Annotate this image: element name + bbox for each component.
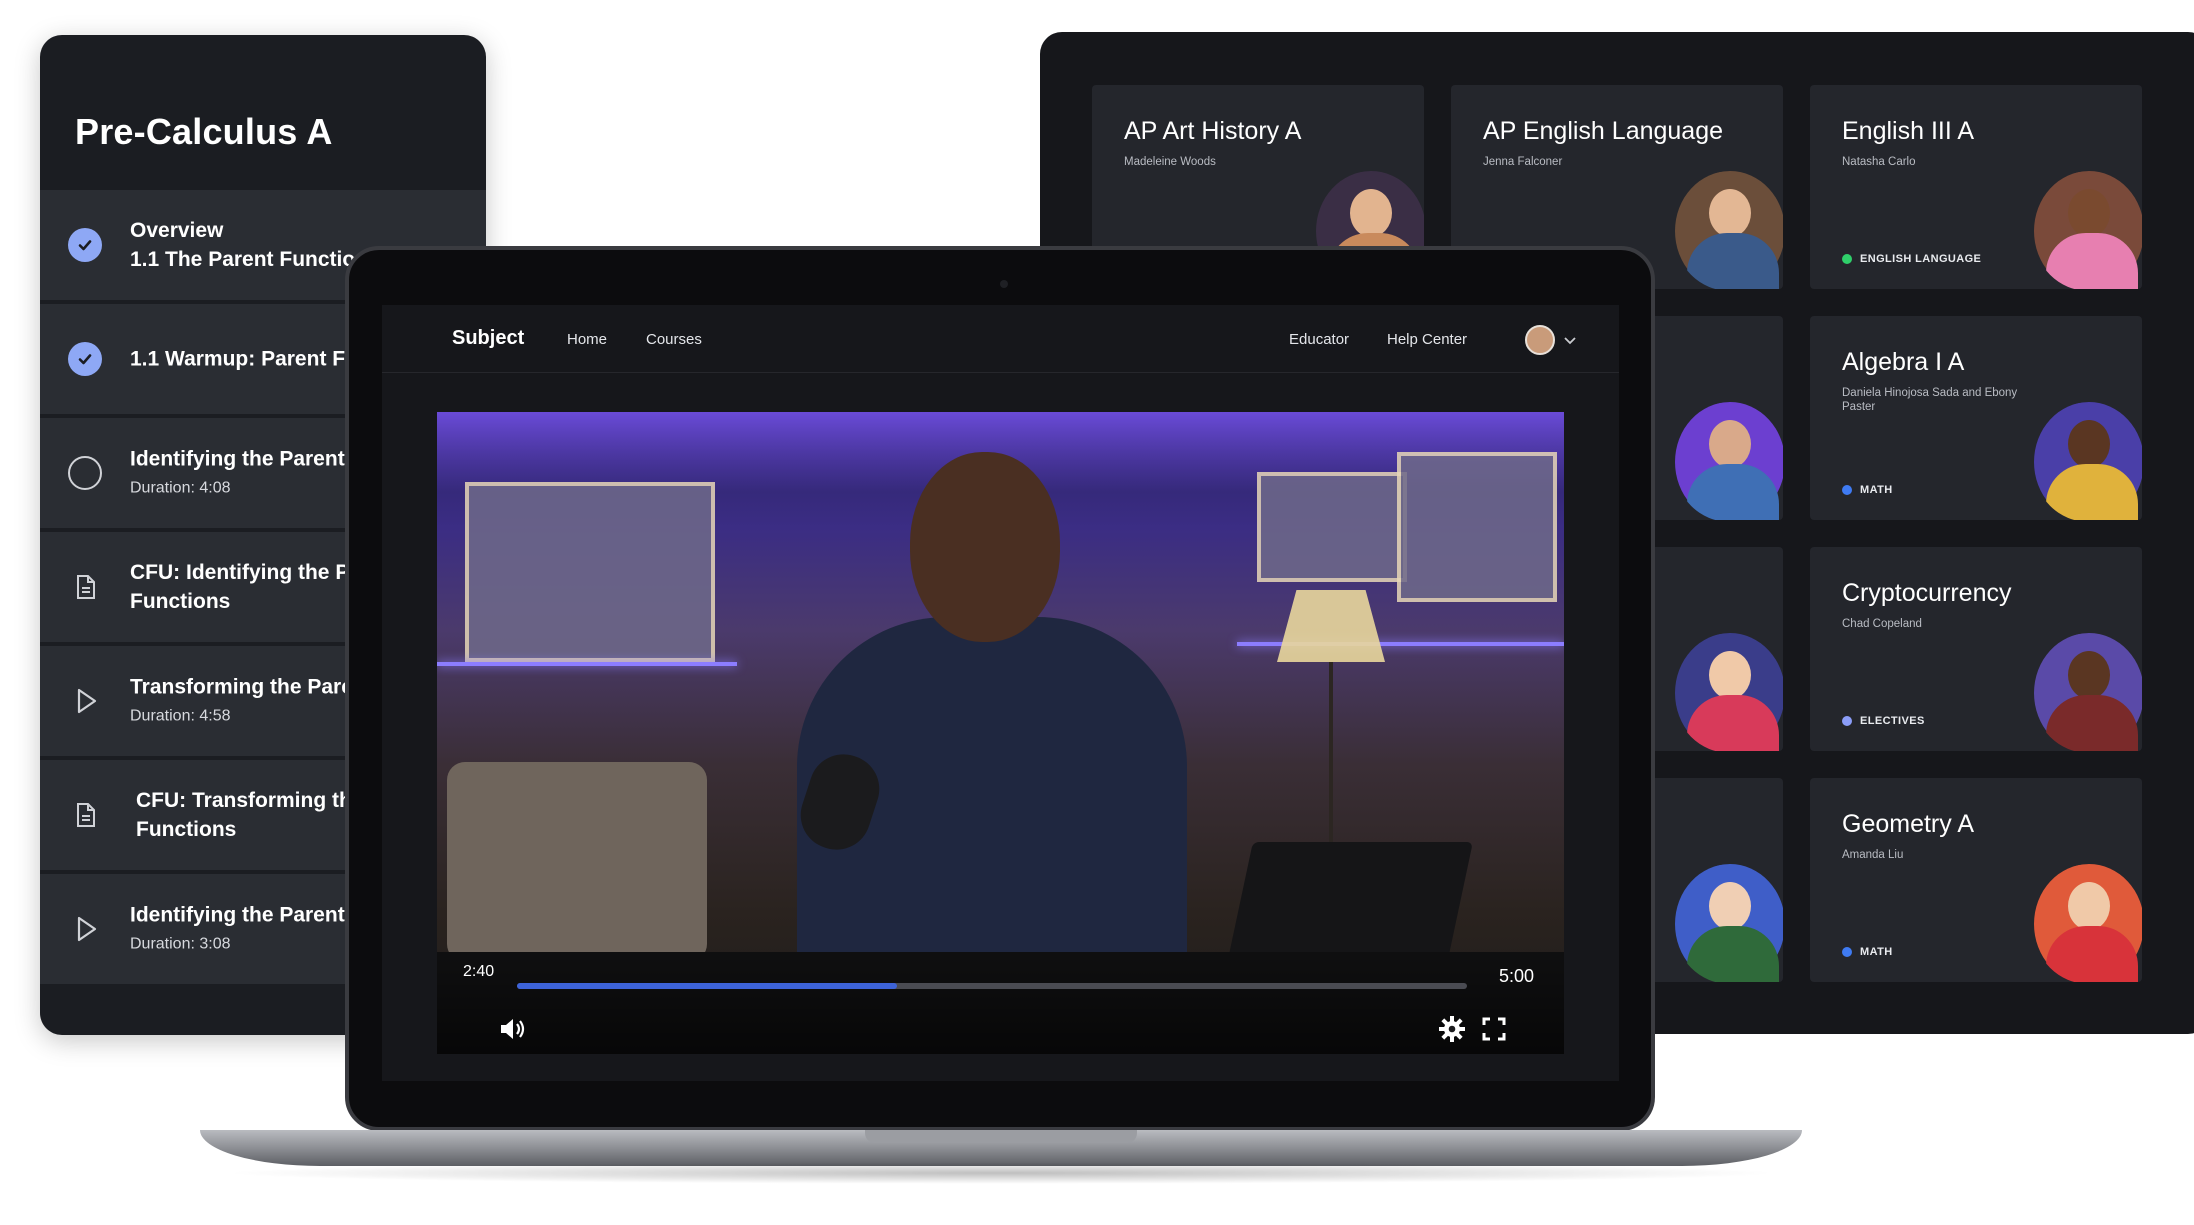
current-time: 2:40 xyxy=(463,963,495,980)
avatar[interactable] xyxy=(1525,325,1555,355)
nav-link-home[interactable]: Home xyxy=(567,331,607,348)
course-card-algebra-i[interactable]: Algebra I A Daniela Hinojosa Sada and Eb… xyxy=(1810,316,2142,520)
progress-fill xyxy=(517,983,897,989)
app-screen: Subject Home Courses Educator Help Cente… xyxy=(382,305,1619,1081)
nav-link-help-center[interactable]: Help Center xyxy=(1387,331,1467,348)
chevron-down-icon[interactable] xyxy=(1563,333,1576,345)
camera-dot xyxy=(1000,280,1008,288)
subject-tag: MATH xyxy=(1842,946,1893,958)
tag-label: MATH xyxy=(1860,484,1893,496)
lesson-title: Overview xyxy=(130,219,224,242)
laptop-notch xyxy=(865,1130,1137,1143)
play-icon xyxy=(68,684,102,718)
tag-dot xyxy=(1842,254,1852,264)
document-icon xyxy=(68,798,102,832)
course-teacher: Madeleine Woods xyxy=(1124,156,1216,168)
circle-icon xyxy=(68,456,102,490)
teacher-photo xyxy=(2034,402,2142,520)
tag-label: MATH xyxy=(1860,946,1893,958)
subject-tag: ENGLISH LANGUAGE xyxy=(1842,253,1981,265)
progress-bar[interactable] xyxy=(517,983,1467,989)
subject-tag: ELECTIVES xyxy=(1842,715,1925,727)
course-name: English III A xyxy=(1842,117,1975,145)
brand-logo[interactable]: Subject xyxy=(452,327,524,350)
course-name: AP Art History A xyxy=(1124,117,1302,145)
course-name: AP English Language xyxy=(1483,117,1724,145)
course-name: Algebra I A xyxy=(1842,348,1965,376)
teacher-photo xyxy=(2034,633,2142,751)
video-neon-strip xyxy=(437,662,737,666)
document-icon xyxy=(68,570,102,604)
tag-dot xyxy=(1842,716,1852,726)
course-name: Geometry A xyxy=(1842,810,1974,838)
course-card-cryptocurrency[interactable]: Cryptocurrency Chad Copeland ELECTIVES xyxy=(1810,547,2142,751)
nav-link-courses[interactable]: Courses xyxy=(646,331,702,348)
course-card-geometry-a[interactable]: Geometry A Amanda Liu MATH xyxy=(1810,778,2142,982)
total-time: 5:00 xyxy=(1499,966,1535,986)
gear-icon[interactable] xyxy=(1437,1014,1467,1044)
teacher-photo xyxy=(2034,171,2142,289)
video-player[interactable]: 2:40 5:00 xyxy=(437,412,1564,1054)
course-teacher: Daniela Hinojosa Sada and Ebony Paster xyxy=(1842,387,2018,413)
course-teacher: Chad Copeland xyxy=(1842,618,1922,630)
fullscreen-icon[interactable] xyxy=(1479,1014,1509,1044)
teacher-photo xyxy=(1675,402,1783,520)
course-teacher: Natasha Carlo xyxy=(1842,156,1916,168)
tag-dot xyxy=(1842,947,1852,957)
video-wall-art xyxy=(1397,452,1557,602)
volume-icon[interactable] xyxy=(497,1014,527,1044)
video-sofa xyxy=(447,762,707,962)
video-presenter-head xyxy=(910,452,1060,642)
laptop-base xyxy=(200,1130,1802,1166)
teacher-photo xyxy=(1675,633,1783,751)
player-controls xyxy=(437,954,1564,1054)
video-wall-art xyxy=(1257,472,1407,582)
video-wall-art xyxy=(465,482,715,662)
subject-tag: MATH xyxy=(1842,484,1893,496)
check-icon xyxy=(68,228,102,262)
teacher-photo xyxy=(2034,864,2142,982)
tag-label: ELECTIVES xyxy=(1860,715,1925,727)
laptop-shadow xyxy=(220,1162,1782,1184)
course-teacher: Jenna Falconer xyxy=(1483,156,1563,168)
course-name: Cryptocurrency xyxy=(1842,579,2012,607)
tag-dot xyxy=(1842,485,1852,495)
teacher-photo xyxy=(1675,864,1783,982)
video-lamp xyxy=(1277,590,1385,662)
check-icon xyxy=(68,342,102,376)
top-nav: Subject Home Courses Educator Help Cente… xyxy=(382,305,1619,373)
course-title: Pre-Calculus A xyxy=(75,111,333,152)
course-teacher: Amanda Liu xyxy=(1842,849,1904,861)
nav-link-educator[interactable]: Educator xyxy=(1289,331,1349,348)
teacher-photo xyxy=(1675,171,1783,289)
play-icon xyxy=(68,912,102,946)
course-card-english-iii[interactable]: English III A Natasha Carlo ENGLISH LANG… xyxy=(1810,85,2142,289)
tag-label: ENGLISH LANGUAGE xyxy=(1860,253,1982,265)
